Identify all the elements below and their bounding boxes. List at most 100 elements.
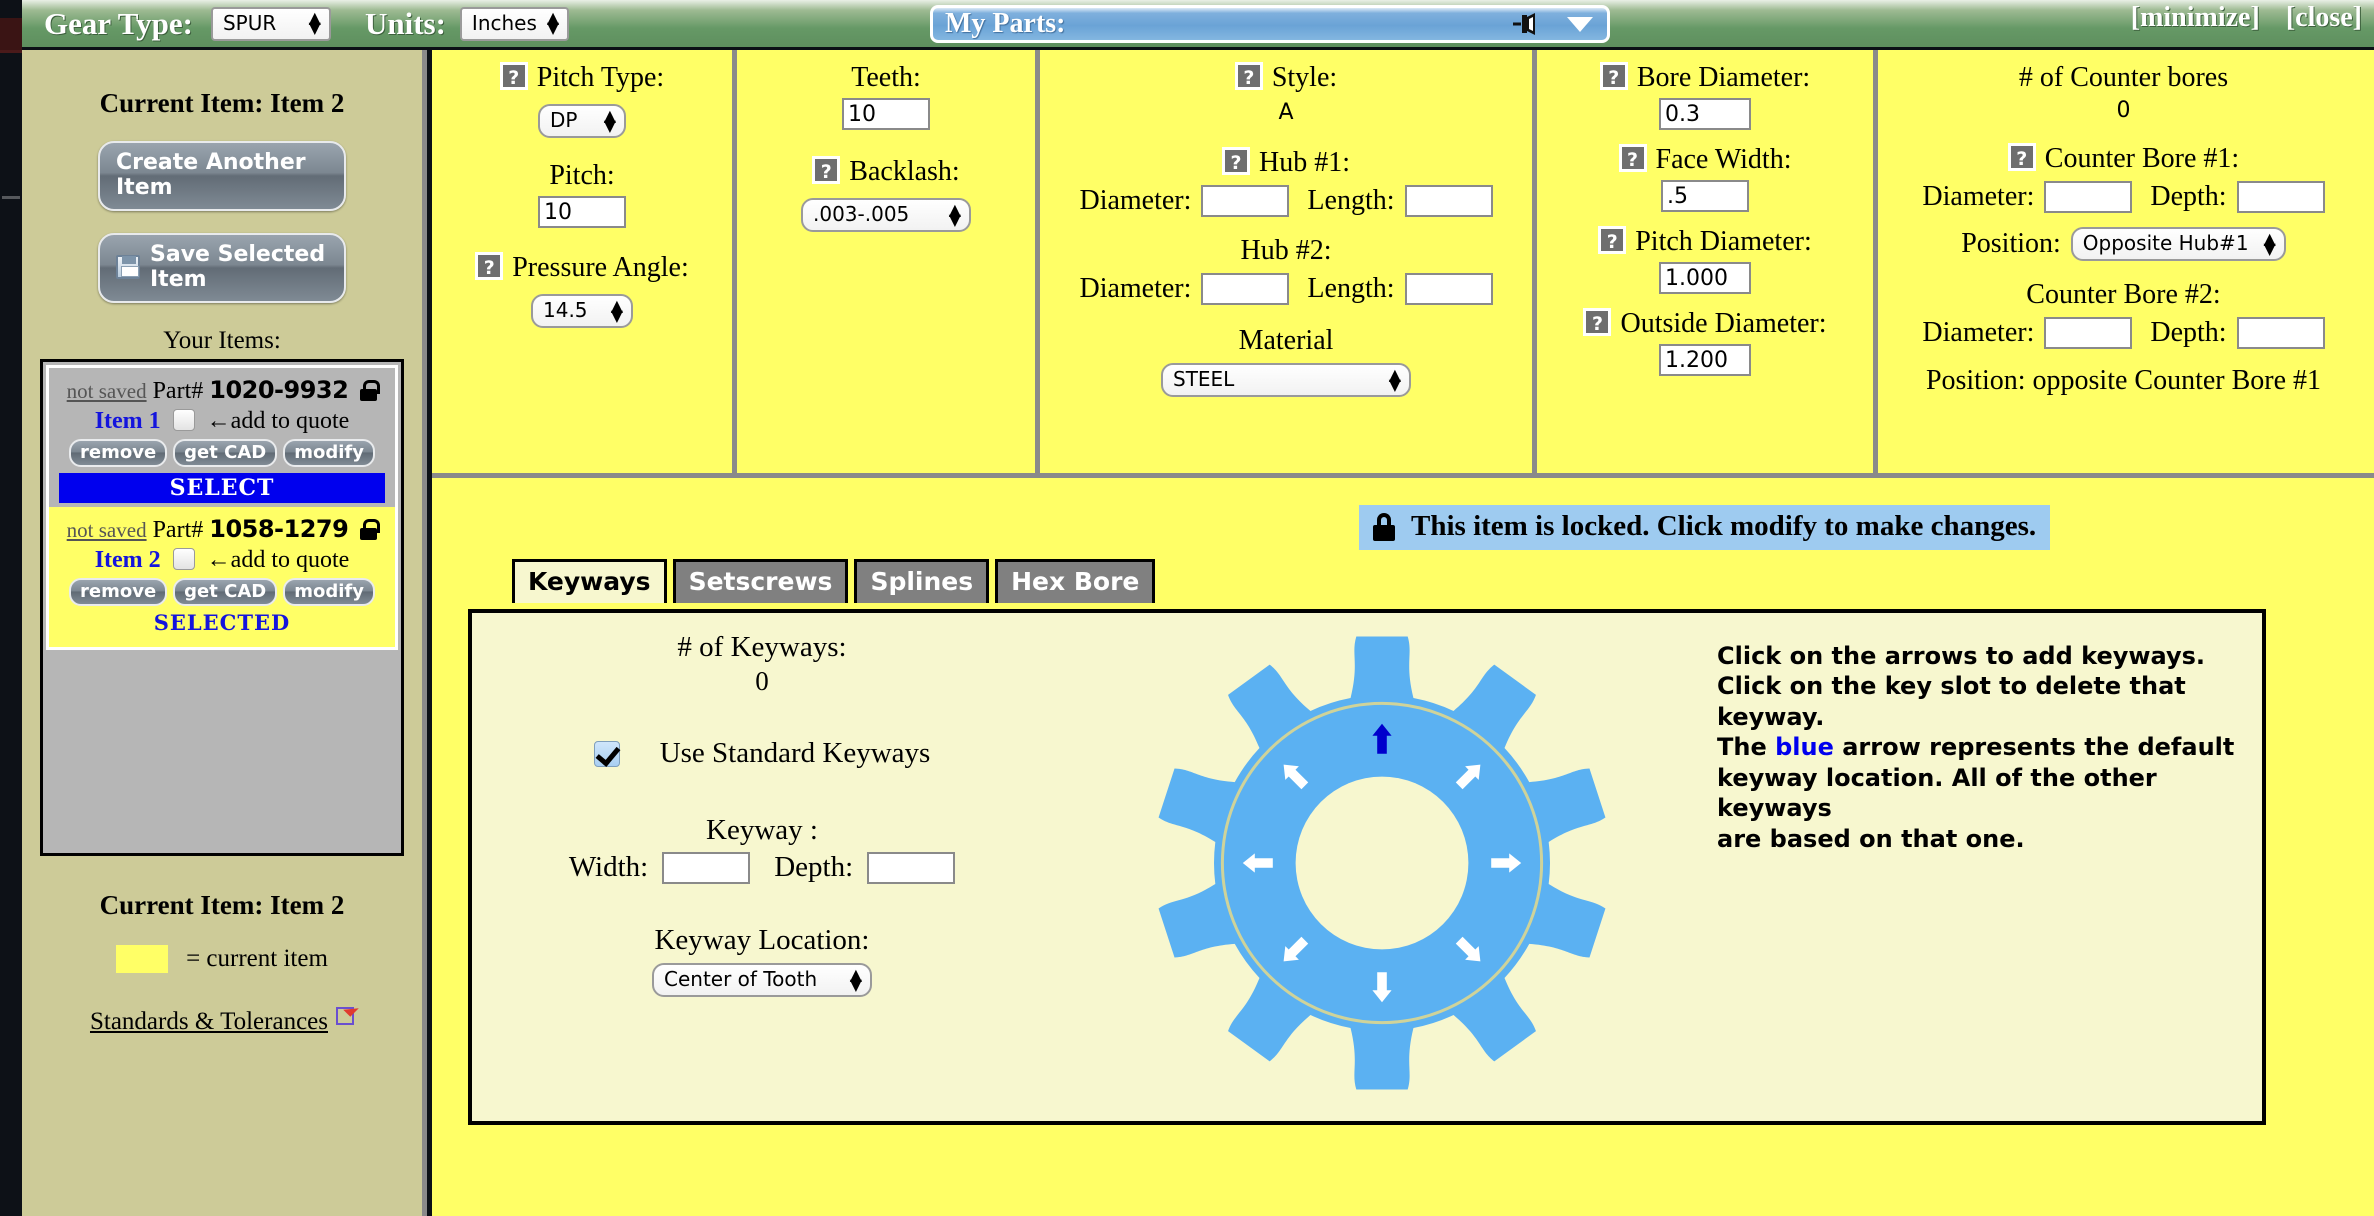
pitch-type-label: Pitch Type: bbox=[536, 62, 665, 93]
locked-notice-text: This item is locked. Click modify to mak… bbox=[1411, 510, 2037, 542]
hub1-length-label: Length: bbox=[1307, 185, 1395, 216]
backlash-value: .003-.005 bbox=[813, 202, 910, 226]
tab-splines[interactable]: Splines bbox=[854, 559, 990, 603]
cb1-depth-input[interactable] bbox=[2236, 181, 2325, 213]
spinner-icon: ▲ ▼ bbox=[1388, 364, 1401, 394]
material-label: Material bbox=[1238, 325, 1334, 356]
sidebar: Current Item: Item 2 Create Another Item… bbox=[22, 50, 427, 1216]
pitch-type-value: DP bbox=[550, 108, 578, 132]
hub2-diameter-input[interactable] bbox=[1201, 273, 1290, 305]
minimize-link[interactable]: [minimize] bbox=[2131, 2, 2260, 34]
bore-diameter-input[interactable] bbox=[1659, 98, 1751, 130]
lock-icon bbox=[1373, 512, 1395, 541]
cb1-diameter-label: Diameter: bbox=[1922, 181, 2035, 212]
item-name: Item 1 bbox=[94, 408, 161, 434]
pitch-input[interactable] bbox=[538, 196, 626, 228]
legend-label: = current item bbox=[186, 945, 328, 972]
remove-button[interactable]: remove bbox=[69, 578, 168, 606]
counterbore1-label: Counter Bore #1: bbox=[2044, 143, 2240, 174]
counterbore2-label: Counter Bore #2: bbox=[2026, 279, 2221, 310]
current-item-heading-top: Current Item: Item 2 bbox=[99, 88, 345, 118]
pitch-type-select[interactable]: DP ▲ ▼ bbox=[538, 104, 626, 138]
counterbore1-row: ? Counter Bore #1: bbox=[1878, 143, 2369, 175]
pitch-diameter-input[interactable] bbox=[1659, 262, 1751, 294]
tab-setscrews[interactable]: Setscrews bbox=[672, 559, 849, 603]
main-area: ? Pitch Type: DP ▲▼ Pitch: ? Pressure Angl… bbox=[432, 50, 2374, 1216]
cb2-depth-input[interactable] bbox=[2236, 317, 2325, 349]
cb1-position-select[interactable]: Opposite Hub#1 ▲ ▼ bbox=[2070, 227, 2286, 261]
modify-button[interactable]: modify bbox=[283, 578, 375, 606]
create-another-item-button[interactable]: Create Another Item bbox=[98, 141, 346, 211]
keyway-location-label: Keyway Location: bbox=[654, 924, 870, 956]
help-icon[interactable]: ? bbox=[812, 156, 841, 184]
tab-hex-bore[interactable]: Hex Bore bbox=[995, 559, 1156, 603]
my-parts-bar[interactable]: My Parts: bbox=[930, 5, 1610, 43]
standards-tolerances-link[interactable]: Standards & Tolerances bbox=[22, 1007, 422, 1036]
backlash-label: Backlash: bbox=[849, 156, 960, 187]
spinner-icon: ▲ ▼ bbox=[546, 8, 560, 37]
outside-diameter-input[interactable] bbox=[1659, 344, 1751, 376]
counterbores-count: 0 bbox=[2116, 98, 2131, 123]
units-label: Units: bbox=[364, 5, 446, 41]
style-label: Style: bbox=[1271, 62, 1338, 93]
help-icon[interactable]: ? bbox=[1234, 62, 1263, 90]
hub1-length-input[interactable] bbox=[1404, 185, 1493, 217]
style-hub-panel: ? Style: A ? Hub #1: Diameter: Length: Hub… bbox=[1040, 50, 1537, 478]
material-value: STEEL bbox=[1173, 367, 1235, 391]
add-to-quote-checkbox[interactable] bbox=[172, 409, 195, 431]
help-icon[interactable]: ? bbox=[475, 252, 504, 280]
backlash-select[interactable]: .003-.005 ▲ ▼ bbox=[801, 198, 971, 232]
modify-button[interactable]: modify bbox=[283, 439, 375, 467]
gear-svg[interactable] bbox=[1142, 623, 1622, 1103]
gear-type-select[interactable]: SPUR ▲ ▼ bbox=[210, 6, 331, 41]
chevron-down-icon[interactable] bbox=[1565, 14, 1595, 34]
help-icon[interactable]: ? bbox=[2007, 143, 2036, 171]
external-link-icon bbox=[336, 1007, 354, 1025]
instruction-line-4: keyway location. All of the other keyway… bbox=[1717, 763, 2157, 823]
list-item[interactable]: not saved Part# 1058-1279 Item 2 ←add to… bbox=[46, 507, 398, 650]
help-icon[interactable]: ? bbox=[1222, 147, 1250, 175]
spinner-icon: ▲ ▼ bbox=[2263, 228, 2276, 258]
add-to-quote-checkbox[interactable] bbox=[172, 548, 195, 570]
hub2-length-input[interactable] bbox=[1404, 273, 1493, 305]
material-select[interactable]: STEEL ▲ ▼ bbox=[1161, 363, 1411, 397]
gear-diagram[interactable] bbox=[1072, 623, 1692, 1123]
items-list: not saved Part# 1020-9932 Item 1 ←add to… bbox=[40, 359, 404, 856]
pressure-angle-value: 14.5 bbox=[543, 298, 588, 322]
keyway-depth-input[interactable] bbox=[867, 851, 956, 884]
hub2-label: Hub #2: bbox=[1240, 235, 1332, 266]
select-button[interactable]: SELECT bbox=[59, 473, 385, 503]
help-icon[interactable]: ? bbox=[499, 62, 528, 90]
help-icon[interactable]: ? bbox=[1599, 62, 1628, 90]
item-actions: remove get CAD modify bbox=[59, 439, 385, 467]
cb1-diameter-input[interactable] bbox=[2044, 181, 2133, 213]
pitch-panel: ? Pitch Type: DP ▲▼ Pitch: ? Pressure Angl… bbox=[432, 50, 737, 478]
keyways-form: # of Keyways: 0 Use Standard Keyways Key… bbox=[482, 631, 1042, 997]
units-select[interactable]: Inches ▲ ▼ bbox=[459, 6, 570, 41]
list-item[interactable]: not saved Part# 1020-9932 Item 1 ←add to… bbox=[46, 365, 398, 507]
teeth-input[interactable] bbox=[842, 98, 930, 130]
instruction-line-2: Click on the key slot to delete that key… bbox=[1717, 672, 2186, 731]
pressure-angle-select[interactable]: 14.5 ▲ ▼ bbox=[531, 294, 633, 328]
help-icon[interactable]: ? bbox=[1583, 308, 1612, 336]
hub1-diameter-input[interactable] bbox=[1201, 185, 1290, 217]
keyway-label: Keyway : bbox=[706, 814, 818, 846]
help-icon[interactable]: ? bbox=[1598, 226, 1627, 254]
bore-diameter-row: ? Bore Diameter: bbox=[1537, 62, 1873, 94]
keyway-width-input[interactable] bbox=[662, 851, 751, 884]
tab-keyways[interactable]: Keyways bbox=[512, 559, 667, 603]
close-link[interactable]: [close] bbox=[2286, 2, 2362, 34]
use-standard-keyways-checkbox[interactable] bbox=[593, 740, 620, 767]
keyway-location-select[interactable]: Center of Tooth ▲ ▼ bbox=[652, 963, 872, 997]
pin-icon[interactable] bbox=[1511, 11, 1539, 37]
spinner-icon: ▲ ▼ bbox=[610, 295, 623, 325]
remove-button[interactable]: remove bbox=[69, 439, 168, 467]
help-icon[interactable]: ? bbox=[1618, 144, 1647, 172]
keyway-instructions: Click on the arrows to add keyways. Clic… bbox=[1717, 641, 2257, 854]
cb2-diameter-input[interactable] bbox=[2044, 317, 2133, 349]
save-selected-item-button[interactable]: Save Selected Item bbox=[98, 233, 346, 303]
get-cad-button[interactable]: get CAD bbox=[173, 439, 278, 467]
lock-icon bbox=[360, 380, 381, 401]
face-width-input[interactable] bbox=[1661, 180, 1749, 212]
get-cad-button[interactable]: get CAD bbox=[173, 578, 278, 606]
